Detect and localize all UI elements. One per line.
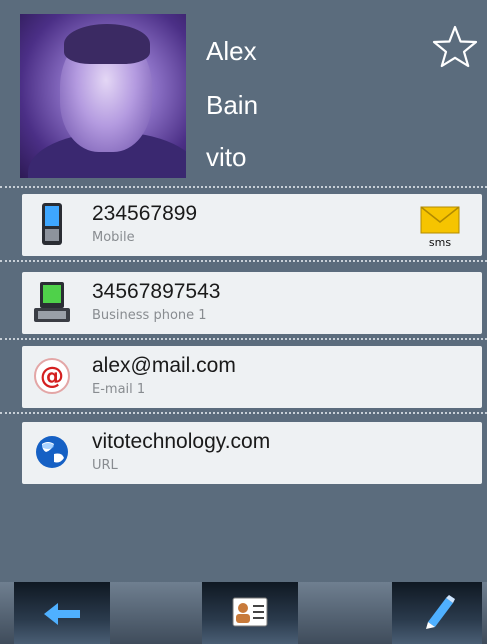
entry-label: URL: [92, 458, 118, 473]
globe-icon: [36, 436, 68, 468]
business-phone-icon: [34, 282, 70, 322]
contact-first-name: Alex: [206, 36, 257, 66]
back-arrow-icon: [44, 603, 80, 625]
contact-entry-mobile[interactable]: 234567899 Mobile sms: [22, 194, 482, 256]
star-outline-icon[interactable]: [432, 24, 478, 68]
entry-value: 234567899: [92, 202, 198, 225]
row-divider: [0, 186, 487, 188]
contact-header: Alex Bain vito: [0, 0, 487, 184]
contact-entry-email[interactable]: @ alex@mail.com E-mail 1: [22, 346, 482, 408]
entry-label: Business phone 1: [92, 308, 207, 323]
contact-company: vito: [206, 142, 247, 172]
contact-card-icon: [232, 597, 268, 627]
sms-envelope-icon[interactable]: sms: [420, 206, 460, 248]
entry-value: alex@mail.com: [92, 354, 236, 377]
svg-text:@: @: [40, 362, 64, 390]
mobile-phone-icon: [42, 203, 62, 245]
email-at-icon: @: [34, 358, 70, 394]
sms-label: sms: [429, 236, 451, 248]
contact-last-name: Bain: [206, 90, 259, 120]
contact-photo[interactable]: [20, 14, 186, 178]
entry-label: E-mail 1: [92, 382, 146, 397]
row-divider: [0, 338, 487, 340]
contact-card-button[interactable]: [202, 582, 298, 644]
entry-label: Mobile: [92, 230, 135, 245]
edit-button[interactable]: [392, 582, 482, 644]
entry-value: 34567897543: [92, 280, 221, 303]
entry-value: vitotechnology.com: [92, 430, 271, 453]
bottom-toolbar: [0, 582, 487, 644]
row-divider: [0, 412, 487, 414]
pencil-edit-icon: [426, 595, 455, 629]
back-button[interactable]: [14, 582, 110, 644]
photo-hair: [64, 24, 150, 64]
row-divider: [0, 260, 487, 262]
contact-entry-business-phone[interactable]: 34567897543 Business phone 1: [22, 272, 482, 334]
contact-entry-url[interactable]: vitotechnology.com URL: [22, 422, 482, 484]
